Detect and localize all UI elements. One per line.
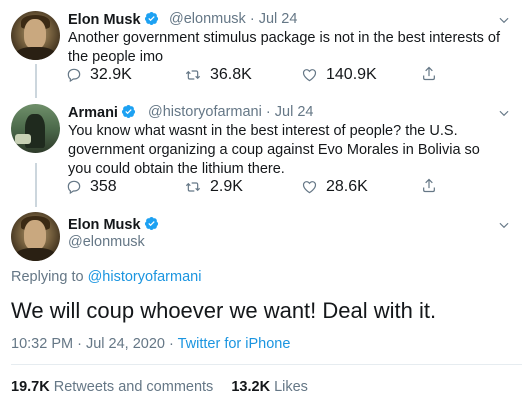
- reply-count: 32.9K: [90, 66, 132, 83]
- like-count: 140.9K: [326, 66, 377, 83]
- replying-to: Replying to @historyofarmani: [11, 269, 202, 285]
- avatar-elon[interactable]: [11, 212, 60, 261]
- thread-line: [35, 163, 37, 207]
- share-button[interactable]: [421, 65, 437, 82]
- reply-icon: [67, 68, 81, 83]
- like-icon: [302, 69, 317, 82]
- retweets-stat[interactable]: 19.7K Retweets and comments: [11, 379, 213, 395]
- reply-button[interactable]: 358: [66, 178, 117, 196]
- reply-icon: [67, 180, 81, 195]
- author-name[interactable]: Elon Musk: [68, 11, 159, 28]
- verified-icon: [144, 12, 158, 25]
- share-icon: [423, 66, 435, 81]
- retweet-icon: [185, 70, 201, 80]
- reply-count: 358: [90, 178, 117, 195]
- tweet-text: Another government stimulus package is n…: [68, 30, 501, 65]
- like-button[interactable]: 140.9K: [301, 66, 377, 84]
- author-name[interactable]: Elon Musk: [68, 216, 159, 233]
- replying-to-link[interactable]: @historyofarmani: [88, 269, 202, 285]
- retweet-count: 36.8K: [210, 66, 252, 83]
- chevron-down-icon[interactable]: [497, 218, 511, 232]
- divider: [11, 364, 522, 365]
- engagement-stats: 19.7K Retweets and comments 13.2K Likes: [11, 379, 308, 395]
- retweet-button[interactable]: 2.9K: [184, 178, 243, 196]
- main-tweet-text: We will coup whoever we want! Deal with …: [11, 298, 437, 323]
- tweet-date[interactable]: Jul 24: [275, 104, 314, 120]
- thread-line: [35, 64, 37, 98]
- chevron-down-icon[interactable]: [497, 13, 511, 27]
- author-handle[interactable]: @elonmusk: [169, 11, 246, 27]
- like-button[interactable]: 28.6K: [301, 178, 368, 196]
- tweet-date[interactable]: Jul 24: [259, 11, 298, 27]
- tweet-text: You know what wasnt in the best interest…: [68, 123, 480, 177]
- retweet-button[interactable]: 36.8K: [184, 66, 252, 84]
- source-link[interactable]: Twitter for iPhone: [178, 336, 291, 352]
- chevron-down-icon[interactable]: [497, 106, 511, 120]
- like-icon: [302, 181, 317, 194]
- share-icon: [423, 178, 435, 193]
- retweet-icon: [185, 182, 201, 192]
- like-count: 28.6K: [326, 178, 368, 195]
- likes-stat[interactable]: 13.2K Likes: [231, 379, 308, 395]
- author-handle[interactable]: @elonmusk: [68, 234, 145, 250]
- reply-button[interactable]: 32.9K: [66, 66, 132, 84]
- verified-icon: [144, 217, 158, 230]
- timestamp-text[interactable]: 10:32 PM · Jul 24, 2020 ·: [11, 336, 178, 352]
- share-button[interactable]: [421, 177, 437, 194]
- avatar-elon[interactable]: [11, 11, 60, 60]
- author-handle[interactable]: @historyofarmani: [148, 104, 262, 120]
- verified-icon: [121, 105, 136, 118]
- retweet-count: 2.9K: [210, 178, 243, 195]
- tweet-meta: @historyofarmani · Jul 24: [148, 104, 314, 120]
- avatar-armani[interactable]: [11, 104, 60, 153]
- tweet-meta: @elonmusk · Jul 24: [169, 11, 298, 27]
- author-name[interactable]: Armani: [68, 104, 136, 121]
- tweet-timestamp: 10:32 PM · Jul 24, 2020 · Twitter for iP…: [11, 336, 290, 352]
